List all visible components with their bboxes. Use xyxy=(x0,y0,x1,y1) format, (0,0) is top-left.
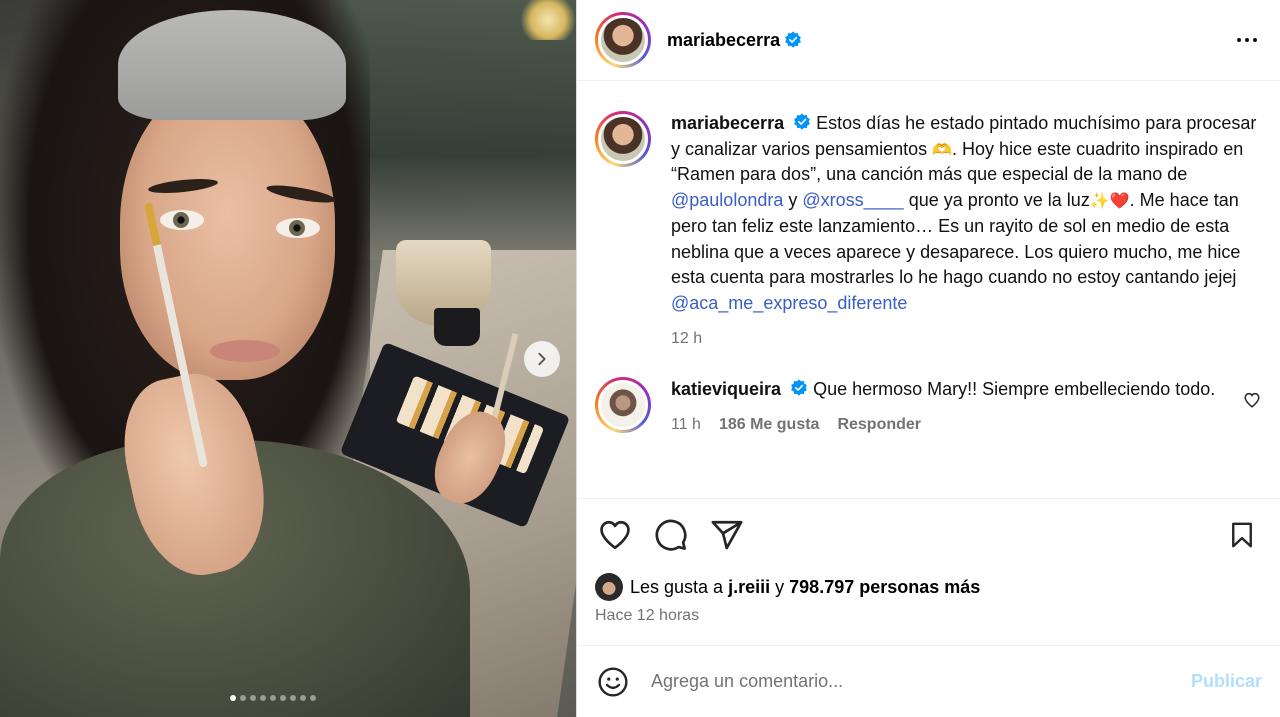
post-header: mariabecerra xyxy=(577,0,1280,81)
likes-count[interactable]: 798.797 personas más xyxy=(789,577,980,598)
comment-body: katieviqueira Que hermoso Mary!! Siempre… xyxy=(671,377,1234,437)
post-time[interactable]: Hace 12 horas xyxy=(595,607,1262,625)
cup xyxy=(434,308,480,346)
right-eye xyxy=(276,218,320,238)
comment-username[interactable]: katieviqueira xyxy=(671,379,781,399)
caption-text: que ya pronto ve la luz xyxy=(903,190,1090,211)
comment-like-button[interactable] xyxy=(1242,391,1262,411)
comment: katieviqueira Que hermoso Mary!! Siempre… xyxy=(595,377,1262,437)
comment-text: Que hermoso Mary!! Siempre embelleciendo… xyxy=(813,379,1216,400)
carousel-dot xyxy=(280,695,286,701)
caption-username[interactable]: mariabecerra xyxy=(671,113,784,133)
more-horizontal-icon xyxy=(1237,38,1257,42)
verified-badge-icon xyxy=(785,31,802,48)
carousel-indicator xyxy=(0,695,576,701)
post-photo xyxy=(0,0,576,717)
background-lamp xyxy=(520,0,576,40)
heart-emoji: ❤️ xyxy=(1109,191,1130,211)
caption-time[interactable]: 12 h xyxy=(671,326,702,352)
comment-author-avatar[interactable] xyxy=(595,377,651,434)
comment-time[interactable]: 11 h xyxy=(671,412,701,438)
emoji-picker-button[interactable] xyxy=(595,664,631,700)
verified-badge-icon xyxy=(794,113,811,130)
author-avatar[interactable] xyxy=(595,12,651,68)
caption-text: y xyxy=(783,190,803,211)
caption-meta: 12 h xyxy=(671,326,1262,352)
bookmark-icon xyxy=(1232,522,1252,548)
liker-avatar[interactable] xyxy=(595,573,623,601)
carousel-dot xyxy=(270,695,276,701)
reply-button[interactable]: Responder xyxy=(837,412,921,438)
carousel-dot xyxy=(260,695,266,701)
add-comment-bar: Publicar xyxy=(577,645,1280,717)
verified-badge-icon xyxy=(791,379,807,396)
emoji-missing-glyph: 🫶 xyxy=(932,139,953,159)
likes-prefix: Les gusta a xyxy=(630,576,724,597)
heart-outline-icon xyxy=(600,520,630,550)
comment-input[interactable] xyxy=(651,671,1191,692)
carousel-dot xyxy=(230,695,236,701)
left-eye xyxy=(160,210,204,230)
post-dialog: mariabecerra mariabecerra Estos días he … xyxy=(0,0,1280,717)
post-actions: Les gusta a j.reiii y 798.797 personas m… xyxy=(577,498,1280,625)
carousel-dot xyxy=(250,695,256,701)
smiley-icon xyxy=(598,666,628,697)
comment-button[interactable] xyxy=(651,515,691,555)
paper-plane-icon xyxy=(711,520,743,550)
post-sidebar: mariabecerra mariabecerra Estos días he … xyxy=(576,0,1280,717)
comment-bubble-icon xyxy=(655,519,687,551)
carousel-dot xyxy=(300,695,306,701)
carousel-dot xyxy=(310,695,316,701)
sparkles-emoji: ✨ xyxy=(1089,191,1110,211)
publish-button[interactable]: Publicar xyxy=(1191,671,1262,692)
carousel-dot xyxy=(240,695,246,701)
comment-meta: 11 h 186 Me gusta Responder xyxy=(671,412,1234,438)
caption-author-avatar[interactable] xyxy=(595,111,651,167)
headband xyxy=(118,10,346,120)
share-button[interactable] xyxy=(707,515,747,555)
author-username[interactable]: mariabecerra xyxy=(667,30,780,51)
carousel-dot xyxy=(290,695,296,701)
mention-link[interactable]: @xross____ xyxy=(802,190,903,210)
action-bar xyxy=(595,511,1262,559)
liker-username[interactable]: j.reiii xyxy=(728,577,770,598)
caption: mariabecerra Estos días he estado pintad… xyxy=(595,111,1262,351)
carousel-next-button[interactable] xyxy=(524,341,560,377)
mention-link[interactable]: @paulolondra xyxy=(671,190,783,210)
lips xyxy=(210,340,280,362)
like-button[interactable] xyxy=(595,515,635,555)
save-button[interactable] xyxy=(1222,515,1262,555)
chevron-right-icon xyxy=(538,352,546,366)
comments-section: mariabecerra Estos días he estado pintad… xyxy=(577,81,1280,498)
mention-link[interactable]: @aca_me_expreso_diferente xyxy=(671,293,907,313)
likes-summary: Les gusta a j.reiii y 798.797 personas m… xyxy=(595,573,1262,601)
heart-outline-icon xyxy=(1244,393,1260,409)
caption-body: mariabecerra Estos días he estado pintad… xyxy=(671,111,1262,351)
likes-middle: y xyxy=(775,576,785,597)
comment-likes[interactable]: 186 Me gusta xyxy=(719,412,819,438)
more-options-button[interactable] xyxy=(1232,25,1262,55)
